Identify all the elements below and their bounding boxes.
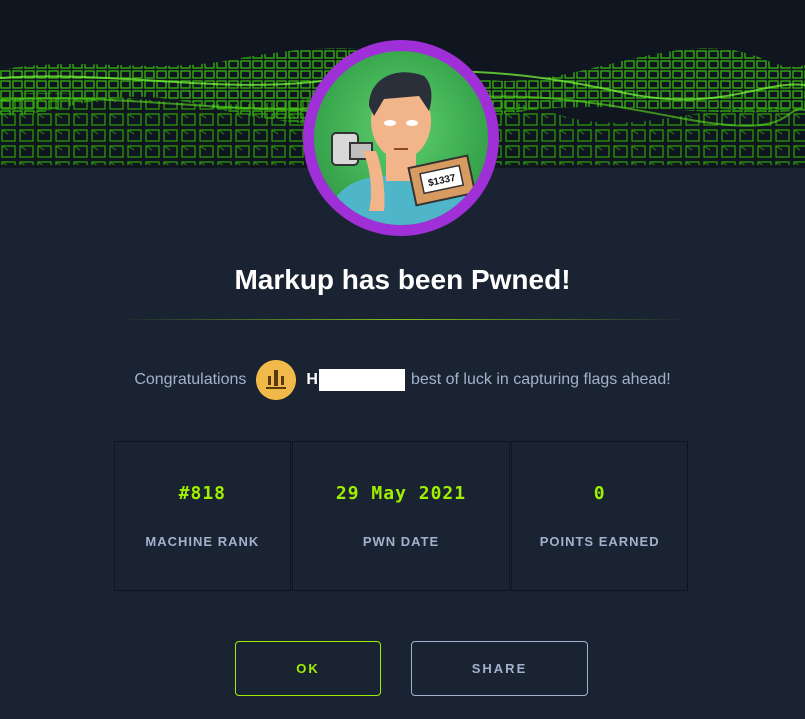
machine-rank-value: #818 — [178, 483, 227, 504]
stat-pwn-date: 29 May 2021 PWN DATE — [291, 441, 511, 591]
congrats-prefix: Congratulations — [134, 371, 247, 388]
username-redaction — [318, 369, 405, 391]
stat-machine-rank: #818 MACHINE RANK — [114, 441, 291, 591]
username-initial: H — [306, 371, 318, 388]
user-avatar-icon — [256, 360, 297, 400]
title-divider — [118, 319, 688, 320]
stat-points-earned: 0 POINTS EARNED — [511, 441, 688, 591]
machine-rank-label: MACHINE RANK — [145, 534, 260, 549]
hacker-illustration-icon: $1337 — [331, 72, 477, 225]
page-title: Markup has been Pwned! — [234, 264, 571, 295]
points-earned-value: 0 — [593, 483, 606, 504]
user-avatar[interactable] — [256, 360, 297, 400]
congrats-suffix: best of luck in capturing flags ahead! — [410, 371, 671, 388]
stats-panel: #818 MACHINE RANK 29 May 2021 PWN DATE 0… — [114, 441, 688, 591]
points-earned-label: POINTS EARNED — [539, 534, 660, 549]
username[interactable]: H — [306, 369, 411, 391]
pwn-date-value: 29 May 2021 — [335, 483, 467, 504]
pwn-date-label: PWN DATE — [362, 534, 440, 549]
congrats-message: Congratulations H best of luck in captur… — [0, 360, 805, 400]
ok-button[interactable]: OK — [235, 641, 381, 696]
machine-avatar: $1337 — [303, 40, 499, 236]
share-button[interactable]: SHARE — [411, 641, 588, 696]
